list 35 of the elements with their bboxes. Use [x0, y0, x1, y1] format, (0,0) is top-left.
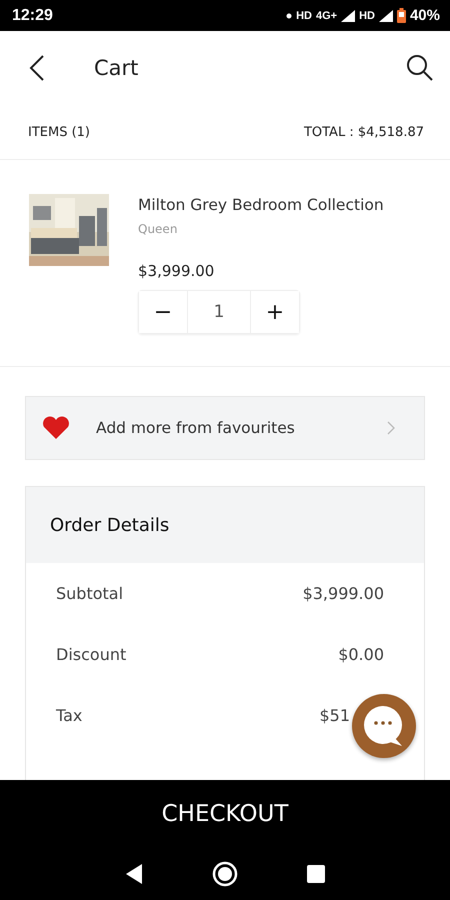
status-time: 12:29 — [12, 6, 53, 24]
recents-nav-icon[interactable] — [306, 864, 326, 884]
search-icon[interactable] — [406, 54, 434, 82]
items-count: ITEMS (1) — [28, 124, 90, 140]
order-value: $0.00 — [338, 645, 384, 664]
checkout-button[interactable]: CHECKOUT — [0, 780, 450, 848]
favourites-label: Add more from favourites — [96, 419, 296, 437]
cart-total: TOTAL : $4,518.87 — [304, 124, 424, 140]
signal-icon — [341, 10, 356, 22]
network-label: HD — [359, 10, 375, 22]
battery-percent: 40% — [410, 7, 440, 24]
order-label: Discount — [56, 645, 126, 664]
increase-button[interactable]: + — [251, 291, 299, 333]
heart-icon — [42, 416, 70, 440]
decrease-button[interactable]: − — [139, 291, 187, 333]
product-name[interactable]: Milton Grey Bedroom Collection — [138, 196, 384, 214]
order-details-title: Order Details — [50, 514, 170, 536]
battery-icon — [396, 8, 406, 23]
chat-button[interactable] — [352, 694, 416, 758]
page-title: Cart — [94, 56, 140, 80]
notification-dot-icon — [286, 12, 292, 18]
order-value: $3,999.00 — [302, 584, 384, 603]
product-price: $3,999.00 — [138, 262, 216, 280]
network-label: 4G+ — [316, 10, 338, 22]
network-label: HD — [296, 10, 312, 22]
product-variant: Queen — [138, 222, 178, 236]
signal-icon — [378, 10, 393, 22]
chevron-right-icon — [386, 420, 396, 436]
order-value: $51 — [319, 706, 350, 725]
back-nav-icon[interactable] — [124, 863, 144, 885]
back-icon[interactable] — [28, 54, 46, 82]
order-label: Tax — [56, 706, 82, 725]
home-nav-icon[interactable] — [212, 861, 238, 887]
order-label: Subtotal — [56, 584, 124, 603]
favourites-row[interactable]: Add more from favourites — [25, 396, 425, 460]
